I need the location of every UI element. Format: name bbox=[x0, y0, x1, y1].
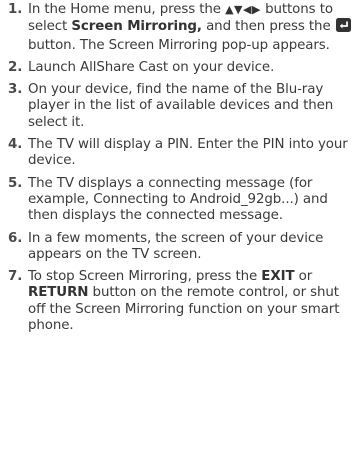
step-1: 1. In the Home menu, press the ▲▼◀▶ butt… bbox=[0, 2, 359, 54]
step-text: or bbox=[294, 269, 313, 285]
step-text: In a few moments, the screen of your dev… bbox=[28, 230, 324, 262]
step-2: 2. Launch AllShare Cast on your device. bbox=[0, 60, 359, 76]
exit-button-label: EXIT bbox=[261, 269, 295, 285]
step-5: 5. The TV displays a connecting message … bbox=[0, 176, 359, 225]
step-text: The TV will display a PIN. Enter the PIN… bbox=[28, 137, 348, 169]
step-number: 6. bbox=[8, 230, 23, 246]
return-button-label: RETURN bbox=[28, 285, 89, 301]
arrow-buttons-icon: ▲▼◀▶ bbox=[225, 3, 261, 16]
step-number: 5. bbox=[8, 175, 23, 191]
step-4: 4. The TV will display a PIN. Enter the … bbox=[0, 137, 359, 170]
step-number: 7. bbox=[8, 269, 23, 285]
step-number: 2. bbox=[8, 59, 23, 75]
enter-button-icon bbox=[335, 18, 351, 37]
step-text: Launch AllShare Cast on your device. bbox=[28, 59, 275, 75]
step-7: 7. To stop Screen Mirroring, press the E… bbox=[0, 269, 359, 334]
step-text: In the Home menu, press the bbox=[28, 2, 226, 17]
step-text: The TV displays a connecting message (fo… bbox=[28, 175, 328, 224]
step-number: 3. bbox=[8, 82, 23, 98]
screen-mirroring-label: Screen Mirroring, bbox=[71, 19, 202, 35]
step-number: 1. bbox=[8, 2, 23, 17]
step-text: button. The Screen Mirroring pop-up appe… bbox=[28, 37, 330, 53]
step-text: On your device, find the name of the Blu… bbox=[28, 82, 334, 130]
step-text: To stop Screen Mirroring, press the bbox=[28, 269, 262, 285]
instruction-list: 1. In the Home menu, press the ▲▼◀▶ butt… bbox=[0, 0, 359, 334]
step-number: 4. bbox=[8, 137, 23, 153]
step-3: 3. On your device, find the name of the … bbox=[0, 82, 359, 131]
step-6: 6. In a few moments, the screen of your … bbox=[0, 231, 359, 264]
step-text: and then press the bbox=[201, 19, 335, 35]
